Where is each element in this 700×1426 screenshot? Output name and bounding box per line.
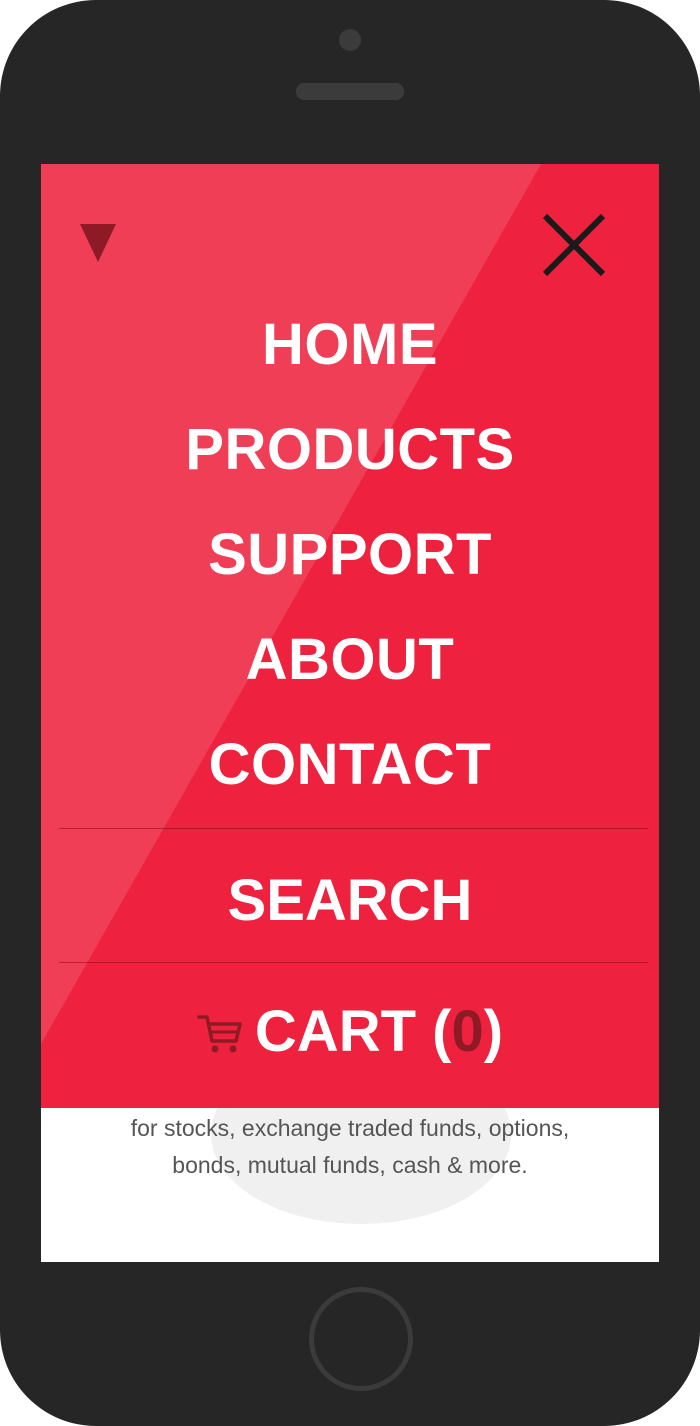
nav-item-search[interactable]: SEARCH (41, 848, 659, 953)
nav-item-contact[interactable]: CONTACT (41, 712, 659, 817)
cart-open-paren: ( (432, 999, 452, 1064)
product-description: for stocks, exchange traded funds, optio… (71, 1108, 629, 1184)
menu-divider-top (59, 828, 648, 829)
phone-screen: for stocks, exchange traded funds, optio… (41, 164, 659, 1262)
nav-item-support[interactable]: SUPPORT (41, 502, 659, 607)
front-camera (339, 29, 361, 51)
nav-item-products[interactable]: PRODUCTS (41, 397, 659, 502)
nav-item-about[interactable]: ABOUT (41, 607, 659, 712)
shopping-cart-icon (197, 1015, 242, 1053)
nav-item-cart[interactable]: CART (0) (41, 979, 659, 1084)
primary-nav: HOME PRODUCTS SUPPORT ABOUT CONTACT (41, 292, 659, 817)
cart-count-badge: 0 (451, 999, 484, 1064)
mobile-nav-menu: HOME PRODUCTS SUPPORT ABOUT CONTACT SEAR… (41, 164, 659, 1108)
triangle-down-icon[interactable] (80, 224, 116, 262)
nav-item-home[interactable]: HOME (41, 292, 659, 397)
earpiece-speaker (296, 83, 404, 100)
menu-divider-bottom (59, 962, 648, 963)
cart-close-paren: ) (483, 999, 504, 1064)
phone-frame: for stocks, exchange traded funds, optio… (0, 0, 700, 1426)
description-line-1: for stocks, exchange traded funds, optio… (130, 1115, 570, 1141)
cart-label: CART (254, 999, 417, 1064)
home-button[interactable] (309, 1287, 413, 1391)
close-icon[interactable] (540, 211, 608, 279)
description-line-2: bonds, mutual funds, cash & more. (172, 1152, 528, 1178)
